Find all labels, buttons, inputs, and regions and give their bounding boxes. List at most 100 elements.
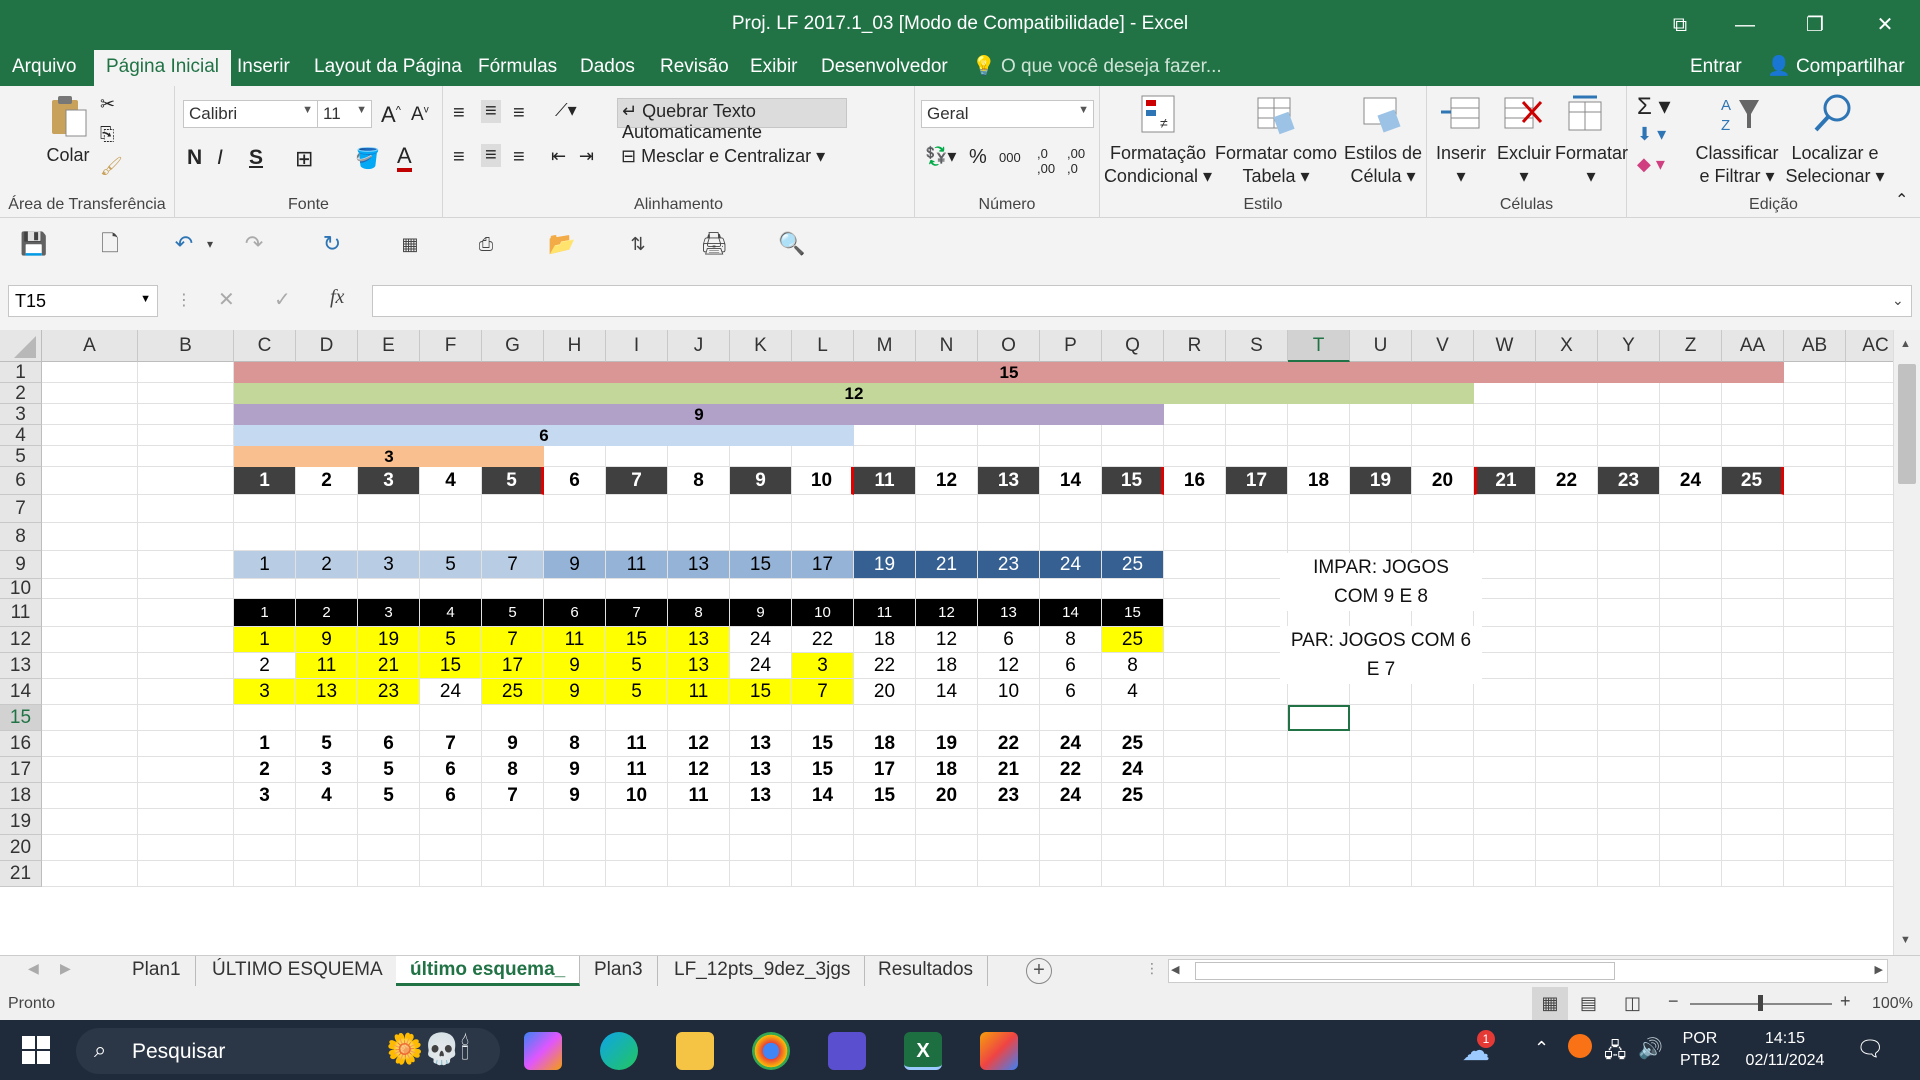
- grid-cell[interactable]: [1598, 705, 1660, 731]
- grid-cell[interactable]: [854, 705, 916, 731]
- grid-cell[interactable]: [1598, 835, 1660, 861]
- grid-cell[interactable]: [1226, 579, 1288, 599]
- sort-ascending-icon[interactable]: ⇅: [624, 230, 652, 258]
- orientation-icon[interactable]: ⟋▾: [555, 100, 577, 121]
- save-icon[interactable]: 💾: [20, 230, 48, 258]
- data-cell[interactable]: 22: [1536, 467, 1598, 495]
- data-cell[interactable]: 21: [916, 551, 978, 579]
- data-cell[interactable]: 13: [296, 679, 358, 705]
- grid-cell[interactable]: [1784, 653, 1846, 679]
- font-color-icon[interactable]: A: [397, 144, 412, 172]
- data-cell[interactable]: 24: [1040, 731, 1102, 757]
- grid-cell[interactable]: [1226, 835, 1288, 861]
- wrap-text-button[interactable]: ↵ Quebrar Texto Automaticamente: [617, 98, 847, 142]
- column-header-y[interactable]: Y: [1598, 330, 1660, 362]
- grid-cell[interactable]: [1164, 446, 1226, 467]
- data-cell[interactable]: 6: [544, 599, 606, 627]
- grid-cell[interactable]: [1474, 679, 1536, 705]
- grid-cell[interactable]: [1412, 495, 1474, 523]
- grid-cell[interactable]: [296, 861, 358, 887]
- grid-cell[interactable]: [1722, 551, 1784, 579]
- clock[interactable]: 14:15 02/11/2024: [1735, 1028, 1835, 1072]
- paint-icon[interactable]: [980, 1032, 1018, 1070]
- grid-cell[interactable]: [1722, 383, 1784, 404]
- number-format-select[interactable]: Geral ▼: [921, 100, 1094, 128]
- grid-cell[interactable]: [1598, 861, 1660, 887]
- grid-cell[interactable]: [42, 362, 138, 383]
- grid-cell[interactable]: [730, 579, 792, 599]
- data-cell[interactable]: 12: [916, 467, 978, 495]
- data-cell[interactable]: 11: [606, 551, 668, 579]
- data-cell[interactable]: 6: [358, 731, 420, 757]
- grid-cell[interactable]: [792, 705, 854, 731]
- data-cell[interactable]: 11: [544, 627, 606, 653]
- grid-cell[interactable]: [1412, 835, 1474, 861]
- data-cell[interactable]: 6: [1040, 653, 1102, 679]
- row-header-20[interactable]: 20: [0, 835, 42, 861]
- grid-cell[interactable]: [1598, 653, 1660, 679]
- data-cell[interactable]: 3: [234, 679, 296, 705]
- data-cell[interactable]: 8: [544, 731, 606, 757]
- align-right-icon[interactable]: ≡: [513, 146, 525, 169]
- data-cell[interactable]: 3: [358, 599, 420, 627]
- grid-cell[interactable]: [792, 579, 854, 599]
- align-left-icon[interactable]: ≡: [453, 146, 465, 169]
- grid-cell[interactable]: [1660, 627, 1722, 653]
- grid-cell[interactable]: [138, 523, 234, 551]
- grid-cell[interactable]: [978, 861, 1040, 887]
- grid-cell[interactable]: [978, 705, 1040, 731]
- data-cell[interactable]: 25: [1102, 551, 1164, 579]
- column-header-t[interactable]: T: [1288, 330, 1350, 362]
- zoom-level[interactable]: 100%: [1872, 995, 1913, 1013]
- grid-cell[interactable]: [482, 523, 544, 551]
- grid-cell[interactable]: [1722, 446, 1784, 467]
- vertical-scrollbar[interactable]: ▲ ▼: [1893, 330, 1920, 955]
- grid-cell[interactable]: [1474, 861, 1536, 887]
- grid-cell[interactable]: [854, 523, 916, 551]
- grid-cell[interactable]: [482, 705, 544, 731]
- open-folder-icon[interactable]: 📂: [548, 230, 576, 258]
- data-cell[interactable]: 3: [296, 757, 358, 783]
- grid-cell[interactable]: [1536, 783, 1598, 809]
- data-cell[interactable]: 13: [730, 757, 792, 783]
- grid-cell[interactable]: [1412, 861, 1474, 887]
- undo-icon[interactable]: ↶: [170, 230, 198, 258]
- grid-cell[interactable]: [234, 861, 296, 887]
- grid-cell[interactable]: [296, 495, 358, 523]
- grid-cell[interactable]: [1722, 731, 1784, 757]
- grid-cell[interactable]: [1164, 627, 1226, 653]
- grid-cell[interactable]: [978, 446, 1040, 467]
- data-cell[interactable]: 5: [358, 757, 420, 783]
- data-cell[interactable]: 17: [854, 757, 916, 783]
- grid-cell[interactable]: [544, 523, 606, 551]
- grid-cell[interactable]: [1350, 495, 1412, 523]
- data-cell[interactable]: 14: [1040, 599, 1102, 627]
- data-cell[interactable]: 1: [234, 551, 296, 579]
- tab-arquivo[interactable]: Arquivo: [0, 50, 88, 86]
- name-box[interactable]: T15 ▼: [8, 285, 158, 317]
- grid-cell[interactable]: [1412, 446, 1474, 467]
- scroll-right-sheets-icon[interactable]: ▶: [60, 960, 71, 977]
- language-indicator[interactable]: POR PTB2: [1680, 1028, 1720, 1072]
- horizontal-scroll-thumb[interactable]: [1195, 962, 1615, 980]
- data-cell[interactable]: 12: [916, 599, 978, 627]
- column-header-g[interactable]: G: [482, 330, 544, 362]
- network-icon[interactable]: 🖧: [1604, 1036, 1626, 1070]
- data-cell[interactable]: 15: [854, 783, 916, 809]
- data-cell[interactable]: 9: [296, 627, 358, 653]
- data-cell[interactable]: 7: [606, 599, 668, 627]
- grid-cell[interactable]: [296, 705, 358, 731]
- tray-app-icon[interactable]: [1568, 1034, 1592, 1058]
- row-header-15[interactable]: 15: [0, 705, 42, 731]
- grid-cell[interactable]: [420, 861, 482, 887]
- column-header-i[interactable]: I: [606, 330, 668, 362]
- data-cell[interactable]: 15: [1102, 599, 1164, 627]
- selected-cell-t15[interactable]: [1288, 705, 1350, 731]
- grid-cell[interactable]: [42, 861, 138, 887]
- data-cell[interactable]: 17: [1226, 467, 1288, 495]
- column-header-n[interactable]: N: [916, 330, 978, 362]
- font-size-select[interactable]: 11 ▼: [317, 100, 372, 128]
- data-cell[interactable]: 6: [978, 627, 1040, 653]
- grid-cell[interactable]: [138, 731, 234, 757]
- grid-cell[interactable]: [1722, 523, 1784, 551]
